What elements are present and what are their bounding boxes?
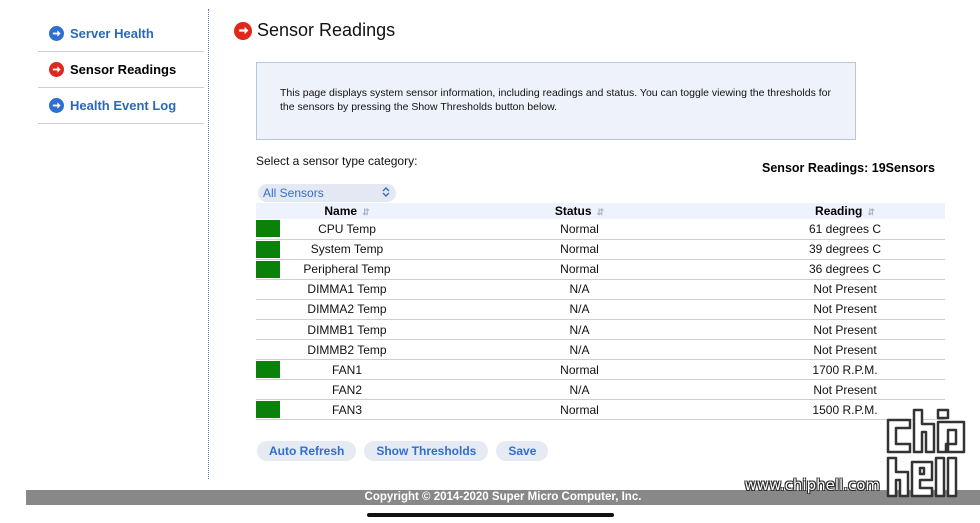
sensor-name: FAN3 [280, 399, 414, 421]
sensor-reading: Not Present [745, 379, 945, 401]
sensor-reading: 39 degrees C [745, 239, 945, 260]
table-header-row: Name ⇵ Status ⇵ Reading ⇵ [256, 203, 945, 219]
status-indicator-cell [256, 379, 280, 401]
show-thresholds-button[interactable]: Show Thresholds [364, 441, 489, 461]
table-row: FAN1 Normal 1700 R.P.M. [256, 359, 945, 381]
table-row: Peripheral Temp Normal 36 degrees C [256, 259, 945, 280]
sensor-reading: Not Present [745, 299, 945, 320]
sensor-reading: 61 degrees C [745, 219, 945, 240]
sidebar-item-sensor-readings[interactable]: Sensor Readings [38, 52, 204, 88]
status-indicator-cell [256, 239, 280, 260]
sensor-status: N/A [414, 339, 745, 361]
sort-icon: ⇵ [362, 207, 370, 217]
sidebar-item-label: Sensor Readings [70, 62, 177, 77]
sensor-name: DIMMA2 Temp [280, 299, 414, 320]
sensor-name: DIMMB2 Temp [280, 339, 414, 361]
sensor-status: Normal [414, 399, 745, 421]
status-indicator-cell [256, 399, 280, 421]
chiphell-logo-icon [886, 408, 966, 498]
watermark-text: www.chiphell.com [744, 476, 880, 494]
auto-refresh-button[interactable]: Auto Refresh [257, 441, 357, 461]
sensor-name: FAN2 [280, 379, 414, 401]
sort-icon: ⇵ [867, 207, 875, 217]
sidebar-item-label: Health Event Log [70, 98, 177, 113]
sensor-name: FAN1 [280, 359, 414, 381]
arrow-right-icon [49, 26, 64, 41]
name-column-header[interactable]: Name ⇵ [280, 203, 414, 219]
status-indicator [256, 361, 280, 379]
sensor-status: Normal [414, 219, 745, 240]
arrow-right-icon [234, 21, 252, 40]
action-buttons: Auto Refresh Show Thresholds Save [257, 441, 549, 461]
select-arrows-icon [382, 186, 390, 200]
sort-icon: ⇵ [596, 207, 605, 217]
reading-column-header[interactable]: Reading ⇵ [745, 203, 945, 219]
sensor-table: Name ⇵ Status ⇵ Reading ⇵ CPU Temp Normal 6… [256, 203, 945, 421]
sidebar-item-server-health[interactable]: Server Health [38, 16, 204, 52]
sensor-status: Normal [414, 359, 745, 381]
sensor-count: Sensor Readings: 19Sensors [762, 161, 935, 175]
status-indicator [256, 240, 280, 258]
sidebar-item-health-event-log[interactable]: Health Event Log [38, 88, 204, 124]
sensor-name: DIMMB1 Temp [280, 319, 414, 341]
category-select-label: Select a sensor type category: [256, 154, 418, 168]
table-row: System Temp Normal 39 degrees C [256, 239, 945, 260]
status-indicator-cell [256, 319, 280, 341]
table-row: DIMMB2 Temp N/A Not Present [256, 339, 945, 361]
table-row: DIMMA2 Temp N/A Not Present [256, 299, 945, 320]
sensor-reading: 1700 R.P.M. [745, 359, 945, 381]
table-row: FAN2 N/A Not Present [256, 379, 945, 401]
status-indicator-cell [256, 219, 280, 240]
status-indicator [256, 260, 280, 278]
sidebar-divider [208, 9, 209, 479]
page-title: Sensor Readings [257, 20, 396, 40]
sensor-reading: Not Present [745, 279, 945, 300]
watermark: www.chiphell.com [744, 406, 968, 498]
table-row: DIMMB1 Temp N/A Not Present [256, 319, 945, 341]
status-indicator-cell [256, 359, 280, 381]
arrow-right-icon [49, 98, 64, 113]
status-indicator-cell [256, 339, 280, 361]
sensor-status: N/A [414, 279, 745, 300]
page-header: Sensor Readings [234, 20, 395, 41]
status-indicator-cell [256, 279, 280, 300]
save-button[interactable]: Save [496, 441, 549, 461]
category-select-value: All Sensors [263, 186, 324, 200]
status-indicator-cell [256, 259, 280, 280]
sensor-name: System Temp [280, 239, 414, 260]
sensor-reading: Not Present [745, 339, 945, 361]
status-column-header[interactable]: Status ⇵ [414, 203, 745, 219]
sensor-reading: 36 degrees C [745, 259, 945, 280]
status-indicator-cell [256, 299, 280, 320]
sensor-status: Normal [414, 239, 745, 260]
sensor-reading: Not Present [745, 319, 945, 341]
sensor-name: CPU Temp [280, 219, 414, 240]
arrow-right-icon [49, 62, 64, 77]
sensor-status: N/A [414, 319, 745, 341]
table-row: DIMMA1 Temp N/A Not Present [256, 279, 945, 300]
table-row: CPU Temp Normal 61 degrees C [256, 219, 945, 240]
info-box: This page displays system sensor informa… [256, 62, 856, 140]
sidebar-item-label: Server Health [70, 26, 154, 41]
sensor-name: DIMMA1 Temp [280, 279, 414, 300]
sensor-status: N/A [414, 299, 745, 320]
status-indicator [256, 401, 280, 419]
sensor-name: Peripheral Temp [280, 259, 414, 280]
sidebar: Server Health Sensor Readings Health Eve… [38, 16, 204, 124]
category-select[interactable]: All Sensors [258, 184, 396, 202]
indicator-column-header [256, 203, 280, 219]
status-indicator [256, 220, 280, 238]
home-indicator [367, 513, 614, 517]
sensor-status: N/A [414, 379, 745, 401]
sensor-status: Normal [414, 259, 745, 280]
